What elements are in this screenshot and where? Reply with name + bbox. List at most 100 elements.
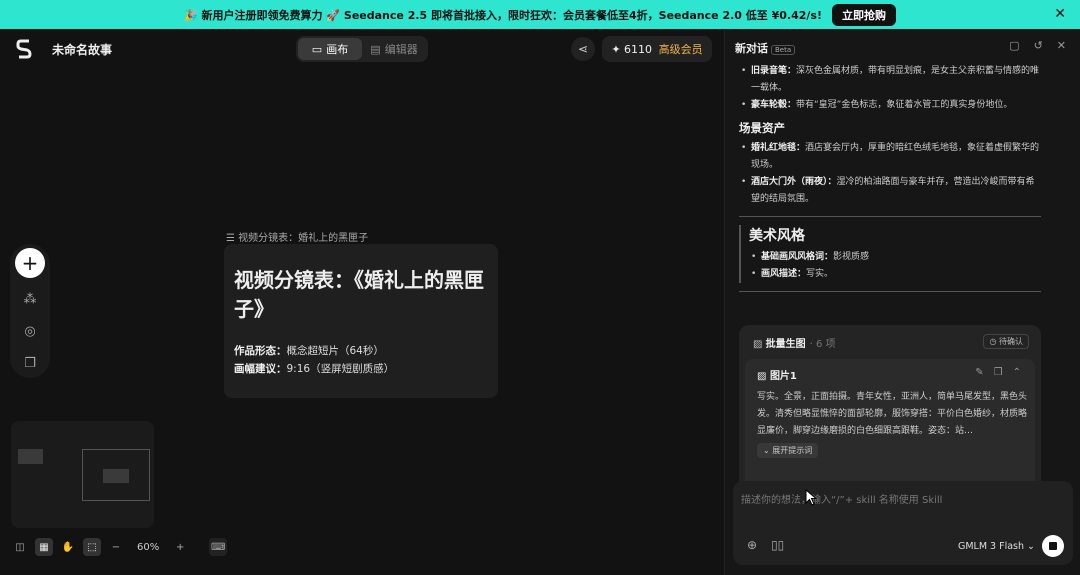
batch-title: 批量生图: [765, 339, 806, 350]
storyboard-card[interactable]: 视频分镜表：《婚礼上的黑匣子》 作品形态：概念超短片（64秒） 画幅建议：9:1…: [224, 244, 498, 398]
buy-now-button[interactable]: 立即抢购: [831, 3, 896, 26]
list-item: 酒店大门外（雨夜）：湿冷的柏油路面与豪车并存，营造出冷峻而带有希望的结局氛围。: [739, 174, 1041, 208]
logo-icon: [16, 39, 32, 59]
minimap-node: [103, 469, 129, 483]
divider: [739, 216, 1041, 217]
card-heading: 视频分镜表：《婚礼上的黑匣子》: [234, 268, 484, 321]
plus-icon: +: [176, 541, 185, 553]
node-title: ☰ 视频分镜表：婚礼上的黑匣子: [226, 229, 368, 244]
batch-header: ▨ 批量生图 · 6 项: [753, 335, 836, 350]
list-item: 婚礼红地毯：酒店宴会厅内，厚重的暗红色绒毛地毯，象征着虚假繁华的现场。: [739, 140, 1041, 174]
plus-icon: +: [21, 251, 39, 275]
copy-button[interactable]: ❐: [19, 352, 41, 374]
line2-label: 画幅建议：: [234, 363, 287, 375]
panel-title: 新对话 Beta: [735, 40, 796, 56]
map-button[interactable]: ▦: [35, 538, 53, 556]
select-icon: ⬚: [87, 541, 97, 553]
list-item: 豪车轮毂：带有“皇冠”金色标志，象征着水管工的真实身份地位。: [739, 97, 1041, 114]
chat-panel: 新对话Beta ▢ ↺ ✕ 旧录音笔：深灰色金属材质，带有明显划痕，是女主父亲积…: [724, 29, 1080, 575]
card-line-2: 画幅建议：9:16（竖屏短剧质感）: [234, 360, 488, 378]
panel-actions: ▢ ↺ ✕: [1009, 39, 1066, 52]
add-attachment-icon[interactable]: ⊕: [747, 538, 757, 552]
copy-icon[interactable]: ❐: [994, 367, 1003, 378]
banner-text: 🎉 新用户注册即领免费算力 🚀 Seedance 2.5 即将首批接入，限时狂欢…: [184, 8, 822, 22]
line2-value: 9:16（竖屏短剧质感）: [286, 363, 395, 375]
project-title[interactable]: 未命名故事: [52, 41, 112, 58]
hand-button[interactable]: ✋: [59, 538, 77, 556]
assets-button[interactable]: ⁂: [19, 288, 41, 310]
layout-button[interactable]: ◫: [11, 538, 29, 556]
card-line-1: 作品形态：概念超短片（64秒）: [234, 342, 488, 360]
view-switcher: ▭ 画布 ▤ 编辑器: [296, 36, 428, 62]
tab-editor-label: 编辑器: [384, 43, 418, 56]
credits-value: 6110: [624, 42, 653, 56]
minimap[interactable]: [11, 421, 154, 528]
clock-icon: ◷: [989, 337, 999, 346]
item-label: 婚礼红地毯：: [751, 143, 806, 153]
tab-canvas[interactable]: ▭ 画布: [298, 38, 362, 60]
sidebar-icon: ◫: [15, 541, 25, 553]
minimap-node: [18, 449, 43, 464]
image-title: ▨ 图片1: [757, 367, 797, 382]
stop-button[interactable]: [1042, 535, 1064, 557]
keyboard-icon: ⌨: [211, 541, 226, 553]
zoom-out-button[interactable]: −: [107, 538, 125, 556]
chat-input[interactable]: 描述你的想法，输入“/”+ skill 名称使用 Skill: [741, 491, 942, 506]
item-text: 写实。: [806, 269, 834, 279]
tab-canvas-label: 画布: [326, 43, 349, 56]
close-icon[interactable]: ✕: [1057, 39, 1066, 52]
beta-badge: Beta: [771, 45, 796, 55]
list-item: 画风描述：写实。: [749, 266, 1041, 283]
art-heading: 美术风格: [749, 228, 805, 244]
keyboard-button[interactable]: ⌨: [209, 538, 228, 556]
edit-icon[interactable]: ✎: [975, 367, 983, 378]
art-style-block: 美术风格 基础画风风格词：影视质感 画风描述：写实。: [739, 225, 1041, 283]
image-actions: ✎ ❐ ⌃: [975, 367, 1021, 378]
model-selector[interactable]: GMLM 3 Flash ⌄: [958, 541, 1035, 552]
list-item: 基础画风风格词：影视质感: [749, 249, 1041, 266]
scene-heading: 场景资产: [739, 121, 785, 135]
item-label: 旧录音笔：: [751, 66, 797, 76]
chevron-up-icon[interactable]: ⌃: [1013, 367, 1021, 378]
divider: [739, 291, 1041, 292]
image-icon: ▨: [757, 371, 770, 382]
image-icon: ▨: [753, 339, 766, 350]
add-node-button[interactable]: +: [15, 248, 45, 278]
select-button[interactable]: ⬚: [83, 538, 101, 556]
canvas-controls: ◫ ▦ ✋ ⬚ − 60% + ⌨: [11, 536, 228, 558]
item-label: 酒店大门外（雨夜）：: [751, 177, 837, 187]
zoom-level[interactable]: 60%: [137, 542, 159, 553]
chevron-down-icon: ⌄: [763, 446, 773, 455]
mouse-cursor-icon: [805, 489, 818, 506]
share-button[interactable]: ⋖: [571, 37, 595, 61]
item-label: 豪车轮毂：: [751, 100, 797, 110]
hand-icon: ✋: [61, 541, 75, 553]
new-chat-icon[interactable]: ▢: [1009, 39, 1019, 52]
chevron-down-icon: ⌄: [1027, 541, 1035, 552]
tab-editor[interactable]: ▤ 编辑器: [362, 38, 426, 60]
expand-label: 展开提示词: [772, 446, 813, 455]
map-icon: ▦: [39, 541, 49, 553]
history-icon[interactable]: ↺: [1034, 39, 1043, 52]
credits-area[interactable]: ✦ 6110 高级会员: [602, 36, 712, 62]
share-icon: ⋖: [577, 42, 589, 56]
user-circle-icon: ◎: [24, 323, 36, 339]
close-icon[interactable]: ✕: [1054, 6, 1066, 22]
batch-generate-card[interactable]: ▨ 批量生图 · 6 项 ◷ 待确认 ▨ 图片1 ✎ ❐ ⌃ 写实。全景，正面拍摄…: [739, 325, 1041, 501]
book-icon[interactable]: ▯▯: [771, 538, 784, 552]
expand-prompt-button[interactable]: ⌄ 展开提示词: [757, 443, 819, 458]
copy-icon: ❐: [24, 355, 36, 371]
item-label: 画风描述：: [761, 269, 807, 279]
top-bar: 未命名故事 ▭ 画布 ▤ 编辑器 ⋖ ✦ 6110 高级会员: [0, 29, 724, 69]
zoom-in-button[interactable]: +: [171, 538, 189, 556]
vip-button[interactable]: 高级会员: [659, 41, 703, 57]
image-item[interactable]: ▨ 图片1 ✎ ❐ ⌃ 写实。全景，正面拍摄。青年女性，亚洲人，简单马尾发型，黑…: [745, 359, 1035, 499]
chat-input-box[interactable]: 描述你的想法，输入“/”+ skill 名称使用 Skill ⊕ ▯▯ GMLM…: [733, 481, 1073, 565]
item-text: 带有“皇冠”金色标志，象征着水管工的真实身份地位。: [796, 100, 1013, 110]
batch-count: · 6 项: [809, 339, 836, 350]
left-toolbar: + ⁂ ◎ ❐: [10, 244, 50, 378]
canvas-icon: ▭: [311, 42, 323, 56]
film-icon: ▤: [370, 42, 381, 56]
character-button[interactable]: ◎: [19, 320, 41, 342]
input-tools: ⊕ ▯▯: [747, 538, 784, 552]
